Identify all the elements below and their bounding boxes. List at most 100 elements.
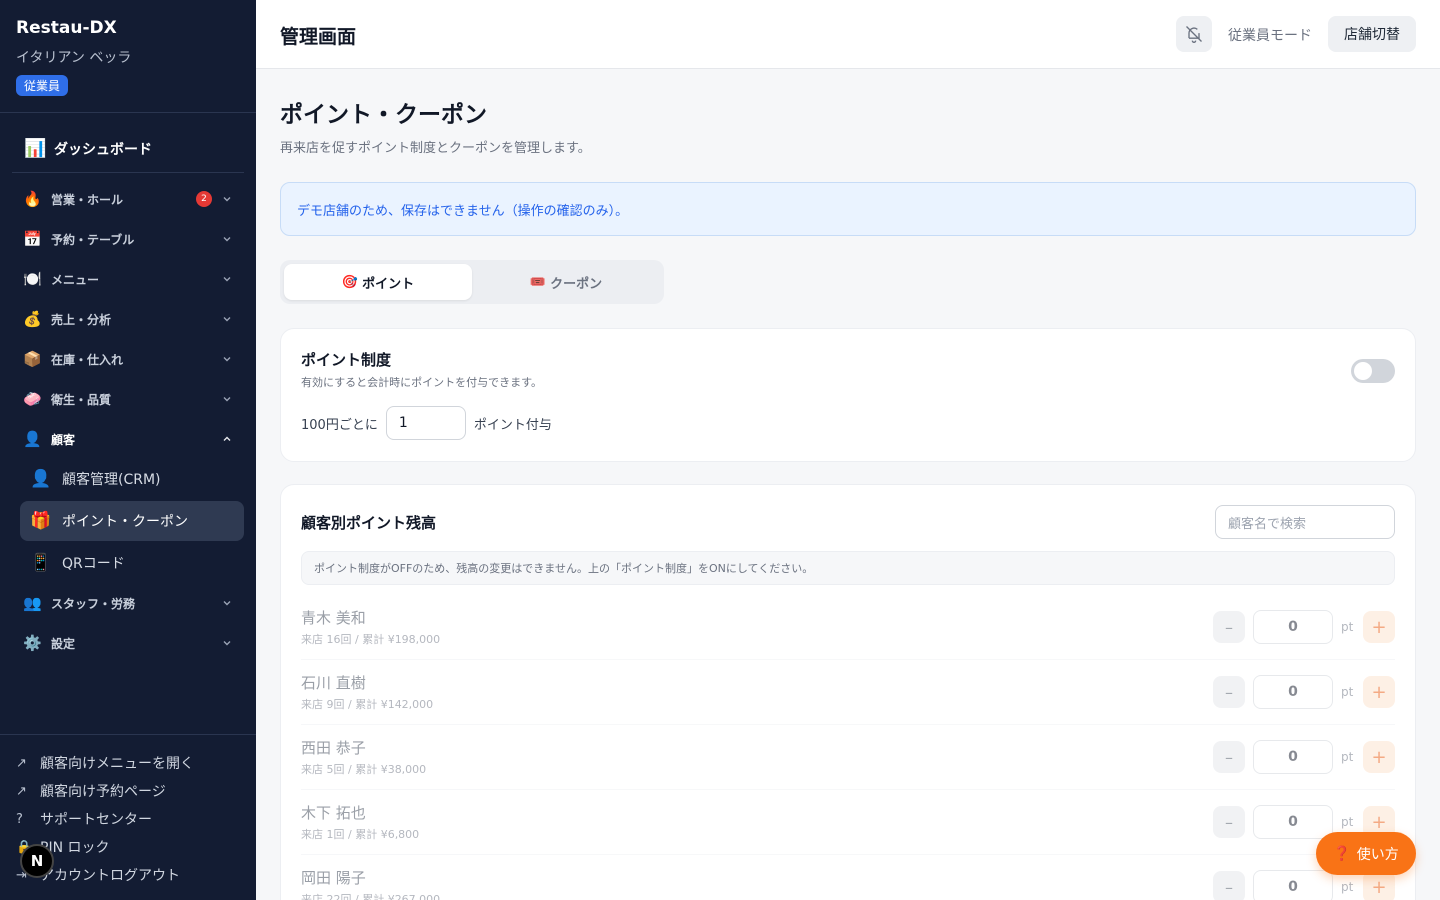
store-switch-button[interactable]: 店舗切替 <box>1328 16 1416 52</box>
sidebar-item-label: 衛生・品質 <box>51 392 112 407</box>
external-link-icon: ↗ <box>16 783 27 799</box>
customer-reservation-link[interactable]: ↗ 顧客向け予約ページ <box>0 777 256 805</box>
points-value-input[interactable]: 0 <box>1253 805 1333 839</box>
increase-points-button[interactable]: + <box>1363 871 1395 900</box>
sidebar-item-operations[interactable]: 🔥 営業・ホール 2 <box>12 179 244 219</box>
sidebar-subitem-qr[interactable]: 📱 QRコード <box>20 543 244 583</box>
sidebar-item-reservations[interactable]: 📅 予約・テーブル <box>12 219 244 259</box>
footer-link-label: 顧客向けメニューを開く <box>40 756 194 772</box>
points-value-input[interactable]: 0 <box>1253 740 1333 774</box>
decrease-points-button[interactable]: – <box>1213 871 1245 900</box>
points-enabled-toggle[interactable] <box>1351 359 1395 383</box>
tab-bar: 🎯 ポイント 🎟️ クーポン <box>280 260 664 304</box>
role-badge: 従業員 <box>16 75 69 96</box>
brand-title: Restau-DX <box>16 18 117 38</box>
decrease-points-button[interactable]: – <box>1213 741 1245 773</box>
sidebar-subitem-crm[interactable]: 👤 顧客管理(CRM) <box>20 459 244 499</box>
help-button-label: 使い方 <box>1356 846 1399 863</box>
brand-area: Restau-DX イタリアン ベッラ 従業員 <box>0 0 256 113</box>
chevron-down-icon <box>223 197 231 202</box>
plate-icon: 🍽️ <box>23 270 42 288</box>
gear-icon: ⚙️ <box>23 634 42 652</box>
increase-points-button[interactable]: + <box>1363 611 1395 643</box>
soap-icon: 🧼 <box>23 390 42 408</box>
sidebar-item-label: QRコード <box>62 556 125 572</box>
open-customer-menu-link[interactable]: ↗ 顧客向けメニューを開く <box>0 749 256 777</box>
sidebar-nav-after: 👥 スタッフ・労務 ⚙️ 設定 <box>12 583 244 663</box>
person-icon: 👤 <box>30 469 52 489</box>
sidebar: Restau-DX イタリアン ベッラ 従業員 📊 ダッシュボード 🔥 営業・ホ… <box>0 0 256 900</box>
customer-row: 岡田 陽子 来店 22回 / 累計 ¥267,000 –0 pt + <box>301 855 1395 900</box>
points-unit: pt <box>1341 880 1354 894</box>
ticket-icon: 🎟️ <box>529 274 547 290</box>
fire-icon: 🔥 <box>23 190 42 208</box>
toggle-knob <box>1354 362 1372 380</box>
customer-name: 西田 恭子 <box>301 739 366 757</box>
customer-info: 青木 美和 来店 16回 / 累計 ¥198,000 <box>301 607 440 647</box>
sidebar-item-menu[interactable]: 🍽️ メニュー <box>12 259 244 299</box>
points-value-input[interactable]: 0 <box>1253 675 1333 709</box>
points-stepper: –0 pt + <box>1213 610 1395 644</box>
sidebar-item-hygiene[interactable]: 🧼 衛生・品質 <box>12 379 244 419</box>
sidebar-item-sales[interactable]: 💰 売上・分析 <box>12 299 244 339</box>
sidebar-item-inventory[interactable]: 📦 在庫・仕入れ <box>12 339 244 379</box>
customer-search-input[interactable]: 顧客名で検索 <box>1215 505 1395 539</box>
notification-toggle-button[interactable] <box>1176 16 1212 52</box>
sidebar-subitem-points-coupons[interactable]: 🎁 ポイント・クーポン <box>20 501 244 541</box>
phone-icon: 📱 <box>30 553 52 573</box>
top-header: 管理画面 従業員モード 店舗切替 <box>256 0 1440 69</box>
staff-mode-label[interactable]: 従業員モード <box>1228 25 1312 45</box>
points-unit: pt <box>1341 815 1354 829</box>
customer-meta: 来店 5回 / 累計 ¥38,000 <box>301 763 427 776</box>
sidebar-item-label: ダッシュボード <box>54 141 152 158</box>
decrease-points-button[interactable]: – <box>1213 806 1245 838</box>
customer-info: 木下 拓也 来店 1回 / 累計 ¥6,800 <box>301 802 419 842</box>
sidebar-item-label: スタッフ・労務 <box>51 596 136 611</box>
help-circle-icon: ? <box>16 811 23 827</box>
customer-row: 西田 恭子来店 5回 / 累計 ¥38,000 –0 pt + <box>301 725 1395 790</box>
sidebar-item-dashboard[interactable]: 📊 ダッシュボード <box>12 125 244 173</box>
sidebar-item-label: 顧客 <box>51 432 76 447</box>
customer-meta: 来店 22回 / 累計 ¥267,000 <box>301 893 441 900</box>
points-value-input[interactable]: 0 <box>1253 870 1333 900</box>
person-icon: 👤 <box>23 430 42 448</box>
customer-row: 青木 美和 来店 16回 / 累計 ¥198,000 –0 pt + <box>301 595 1395 660</box>
points-off-warning: ポイント制度がOFFのため、残高の変更はできません。上の「ポイント制度」をONに… <box>301 551 1395 585</box>
package-icon: 📦 <box>23 350 42 368</box>
sidebar-item-settings[interactable]: ⚙️ 設定 <box>12 623 244 663</box>
decrease-points-button[interactable]: – <box>1213 676 1245 708</box>
customer-info: 西田 恭子来店 5回 / 累計 ¥38,000 <box>301 737 426 777</box>
rate-suffix: ポイント付与 <box>473 417 552 433</box>
chevron-down-icon <box>223 601 231 606</box>
demo-notice: デモ店舗のため、保存はできません（操作の確認のみ）。 <box>280 182 1416 236</box>
points-value-input[interactable]: 0 <box>1253 610 1333 644</box>
customer-row: 石川 直樹 来店 9回 / 累計 ¥142,000 –0 pt + <box>301 660 1395 725</box>
points-unit: pt <box>1341 685 1354 699</box>
increase-points-button[interactable]: + <box>1363 676 1395 708</box>
decrease-points-button[interactable]: – <box>1213 611 1245 643</box>
money-bag-icon: 💰 <box>23 310 42 328</box>
sidebar-item-label: 売上・分析 <box>51 312 112 327</box>
support-center-link[interactable]: ? サポートセンター <box>0 805 256 833</box>
sidebar-item-customers[interactable]: 👤 顧客 <box>12 419 244 459</box>
page-description: 再来店を促すポイント制度とクーポンを管理します。 <box>280 141 591 156</box>
footer-link-label: サポートセンター <box>40 812 152 828</box>
help-button[interactable]: ❓ 使い方 <box>1316 832 1416 875</box>
external-link-icon: ↗ <box>16 755 27 771</box>
avatar[interactable]: N <box>20 844 54 878</box>
notification-badge: 2 <box>196 191 212 207</box>
tab-points[interactable]: 🎯 ポイント <box>284 264 472 300</box>
sidebar-item-label: 在庫・仕入れ <box>51 352 124 367</box>
points-unit: pt <box>1341 750 1354 764</box>
customer-balance-card: 顧客別ポイント残高 顧客名で検索 ポイント制度がOFFのため、残高の変更はできま… <box>280 484 1416 900</box>
increase-points-button[interactable]: + <box>1363 741 1395 773</box>
customer-name: 石川 直樹 <box>301 674 366 692</box>
chevron-down-icon <box>223 357 231 362</box>
tab-coupons[interactable]: 🎟️ クーポン <box>472 264 660 300</box>
sidebar-item-label: ポイント・クーポン <box>62 514 188 530</box>
sidebar-item-staff[interactable]: 👥 スタッフ・労務 <box>12 583 244 623</box>
chevron-down-icon <box>223 317 231 322</box>
points-card-subtitle: 有効にすると会計時にポイントを付与できます。 <box>301 376 543 389</box>
target-icon: 🎯 <box>341 274 359 290</box>
points-rate-input[interactable]: 1 <box>385 406 466 440</box>
